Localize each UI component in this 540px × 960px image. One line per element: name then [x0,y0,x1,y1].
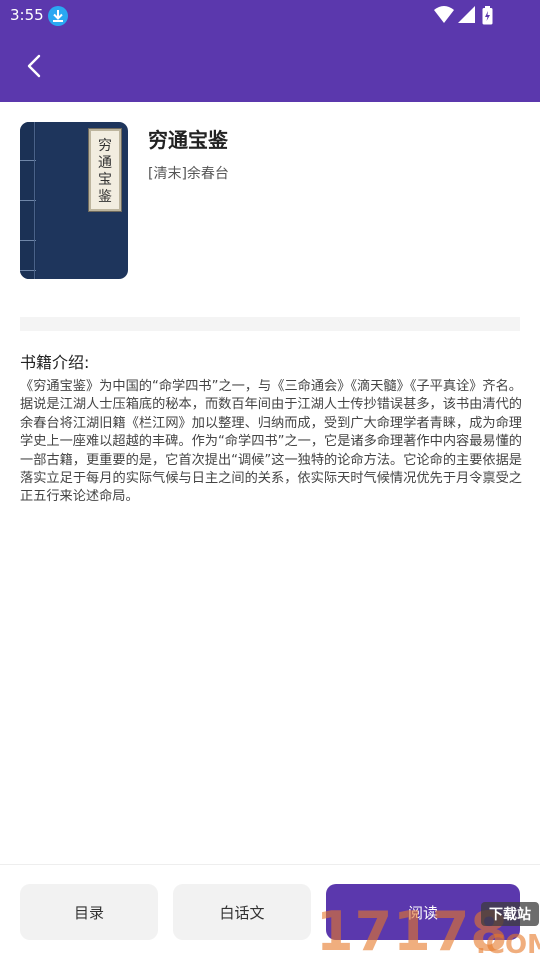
section-divider [20,317,520,331]
signal-icon [458,6,475,23]
watermark-suffix: .COM [476,930,540,960]
book-cover: 穷通宝鉴 [20,122,128,279]
intro-text: 《穷通宝鉴》为中国的“命学四书”之一，与《三命通会》《滴天髓》《子平真诠》齐名。… [20,379,522,505]
chevron-left-icon [27,54,41,78]
status-icons [434,6,506,26]
back-button[interactable] [18,48,54,84]
status-bar: 3:55 [0,0,540,32]
intro-heading: 书籍介绍: [20,353,90,372]
app-header: 3:55 [0,0,540,102]
bottom-divider [0,864,540,865]
vernacular-button[interactable]: 白话文 [173,884,311,940]
wifi-icon [434,6,454,23]
book-author: [清末]余春台 [148,166,229,182]
status-time: 3:55 [10,6,44,24]
book-title: 穷通宝鉴 [148,128,228,152]
download-notification-icon [48,6,68,26]
cover-title-label: 穷通宝鉴 [88,128,122,212]
catalog-button[interactable]: 目录 [20,884,158,940]
cover-title-text: 穷通宝鉴 [98,138,112,205]
battery-icon [482,6,493,25]
watermark-badge: 下载站 [481,902,539,926]
site-watermark: 17178 .COM 下载站 [316,900,540,960]
